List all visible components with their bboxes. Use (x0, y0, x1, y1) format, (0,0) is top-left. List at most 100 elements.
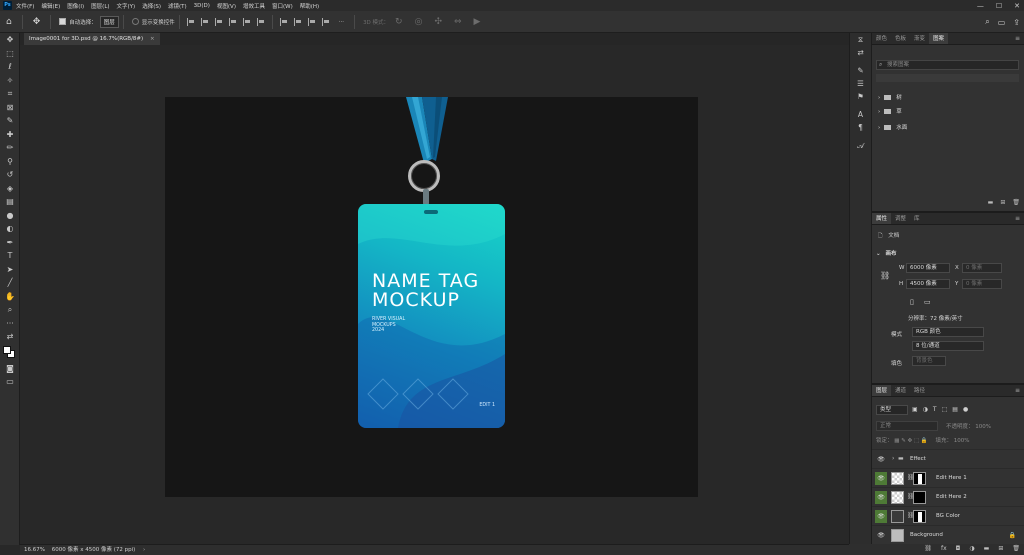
more-options-button[interactable]: ··· (339, 19, 344, 25)
close-window-button[interactable]: ✕ (1014, 2, 1020, 10)
filter-toggle-icon[interactable]: ● (963, 406, 968, 413)
layer-row-bg-color[interactable]: 👁 ⛓ BG Color (872, 506, 1024, 525)
home-icon[interactable]: ⌂ (6, 17, 12, 27)
link-layers-icon[interactable]: ⛓ (924, 545, 932, 553)
panel-menu-icon[interactable]: ≡ (1011, 33, 1024, 44)
canvas-workspace[interactable]: NAME TAG MOCKUP RIVER VISUAL MOCKUPS 202… (20, 45, 849, 544)
tab-swatches[interactable]: 色板 (891, 33, 910, 44)
zoom-level[interactable]: 16.67% (24, 545, 50, 555)
frame-tool-icon[interactable]: ⊠ (0, 101, 20, 115)
chevron-right-icon[interactable]: › (143, 547, 145, 553)
chevron-right-icon[interactable]: › (892, 455, 894, 462)
lock-position-icon[interactable]: ✥ (908, 438, 913, 444)
tab-patterns[interactable]: 图案 (929, 33, 949, 44)
brush-settings-icon[interactable]: ✎ (850, 64, 871, 77)
menu-select[interactable]: 选择(S) (142, 2, 161, 10)
y-field[interactable]: 0 像素 (962, 279, 1002, 289)
bit-depth-dropdown[interactable]: 8 位/通道 (912, 341, 984, 351)
visibility-eye-icon[interactable]: 👁 (875, 491, 887, 504)
new-group-icon[interactable]: ▬ (984, 545, 990, 553)
swap-colors-icon[interactable]: ⇄ (0, 330, 20, 344)
lasso-tool-icon[interactable]: ℓ (0, 60, 20, 74)
delete-layer-icon[interactable]: 🗑 (1012, 545, 1020, 553)
gradient-tool-icon[interactable]: ▤ (0, 195, 20, 209)
portrait-orientation-icon[interactable]: ▯ (910, 298, 914, 306)
blur-tool-icon[interactable]: ● (0, 209, 20, 223)
layer-row-edit-here-1[interactable]: 👁 ⛓ Edit Here 1 (872, 468, 1024, 487)
panel-menu-icon[interactable]: ≡ (1011, 213, 1024, 224)
tab-adjustments[interactable]: 调整 (891, 213, 910, 224)
maximize-button[interactable]: ☐ (996, 2, 1002, 10)
screen-mode-icon[interactable]: ▭ (0, 375, 20, 389)
document-canvas[interactable]: NAME TAG MOCKUP RIVER VISUAL MOCKUPS 202… (165, 97, 698, 497)
menu-help[interactable]: 帮助(H) (300, 2, 319, 10)
lock-pixels-icon[interactable]: ▦ (894, 438, 899, 444)
minimize-button[interactable]: — (977, 2, 984, 10)
new-pattern-icon[interactable]: ⊞ (1000, 199, 1005, 206)
eyedropper-tool-icon[interactable]: ✎ (0, 114, 20, 128)
foreground-color-swatch[interactable] (3, 345, 11, 354)
fill-value[interactable]: 100% (954, 438, 970, 444)
visibility-eye-icon[interactable]: 👁 (875, 453, 887, 466)
layer-mask-thumbnail[interactable] (913, 510, 926, 523)
line-tool-icon[interactable]: ╱ (0, 276, 20, 290)
libraries-icon[interactable]: ⚑ (850, 90, 871, 103)
fx-icon[interactable]: fx (941, 545, 947, 553)
layer-row-background[interactable]: 👁 Background 🔒 (872, 525, 1024, 544)
history-icon[interactable]: ⧖ (850, 33, 871, 46)
pattern-search-input[interactable]: ⌕ 搜索图案 (876, 60, 1019, 70)
tab-layers[interactable]: 图层 (872, 385, 892, 396)
align-center-icon[interactable] (200, 17, 209, 26)
tab-paths[interactable]: 路径 (910, 385, 929, 396)
auto-select-checkbox[interactable] (59, 18, 67, 25)
clone-stamp-tool-icon[interactable]: ⚲ (0, 155, 20, 169)
blend-mode-dropdown[interactable]: 正常 (876, 421, 938, 431)
lock-paint-icon[interactable]: ✎ (901, 438, 906, 444)
height-field[interactable]: 4500 像素 (906, 279, 950, 289)
path-selection-tool-icon[interactable]: ➤ (0, 263, 20, 277)
hand-tool-icon[interactable]: ✋ (0, 290, 20, 304)
delete-icon[interactable]: 🗑 (1012, 199, 1020, 206)
layer-mask-thumbnail[interactable] (913, 472, 926, 485)
new-adjustment-icon[interactable]: ◑ (969, 545, 974, 553)
type-filter-icon[interactable]: T (933, 406, 937, 413)
dodge-tool-icon[interactable]: ◐ (0, 222, 20, 236)
align-top-icon[interactable] (228, 17, 237, 26)
edit-toolbar-icon[interactable]: ··· (0, 317, 20, 331)
type-tool-icon[interactable]: T (0, 249, 20, 263)
pattern-group-water[interactable]: › 水面 (878, 123, 907, 133)
align-bottom-icon[interactable] (256, 17, 265, 26)
quick-mask-icon[interactable]: ◙ (0, 362, 20, 376)
pixel-filter-icon[interactable]: ▣ (912, 406, 918, 413)
distribute-vertical-icon[interactable] (307, 17, 316, 26)
zoom-tool-icon[interactable]: ⌕ (0, 303, 20, 317)
history-brush-tool-icon[interactable]: ↺ (0, 168, 20, 182)
menu-image[interactable]: 图像(I) (67, 2, 84, 10)
distribute-space-icon[interactable] (321, 17, 330, 26)
new-group-icon[interactable]: ▬ (988, 199, 994, 206)
search-icon[interactable]: ⌕ (985, 17, 989, 27)
magic-wand-tool-icon[interactable]: ✧ (0, 74, 20, 88)
opacity-control[interactable]: 不透明度： 100% (946, 422, 991, 430)
close-tab-button[interactable]: × (150, 36, 155, 42)
lock-artboard-icon[interactable]: ⬚ (914, 438, 919, 444)
color-swatches[interactable] (0, 344, 20, 362)
add-mask-icon[interactable]: ◘ (956, 545, 961, 553)
pen-tool-icon[interactable]: ✒ (0, 236, 20, 250)
character-icon[interactable]: A (850, 108, 871, 121)
healing-brush-tool-icon[interactable]: ✚ (0, 128, 20, 142)
opacity-value[interactable]: 100% (975, 424, 991, 430)
menu-view[interactable]: 视图(V) (217, 2, 236, 10)
width-field[interactable]: 6000 像素 (906, 263, 950, 273)
pattern-group-grass[interactable]: › 草 (878, 107, 902, 117)
menu-plugins[interactable]: 增效工具 (243, 2, 265, 10)
3d-rotate-icon[interactable]: ↻ (395, 17, 403, 27)
3d-roll-icon[interactable]: ◎ (415, 17, 423, 27)
align-left-icon[interactable] (186, 17, 195, 26)
tab-libraries[interactable]: 库 (910, 213, 924, 224)
fill-dropdown[interactable]: 背景色 (912, 356, 946, 366)
paragraph-icon[interactable]: ¶ (850, 121, 871, 134)
menu-3d[interactable]: 3D(D) (194, 3, 210, 9)
menu-type[interactable]: 文字(Y) (117, 2, 136, 10)
landscape-orientation-icon[interactable]: ▭ (924, 298, 931, 306)
